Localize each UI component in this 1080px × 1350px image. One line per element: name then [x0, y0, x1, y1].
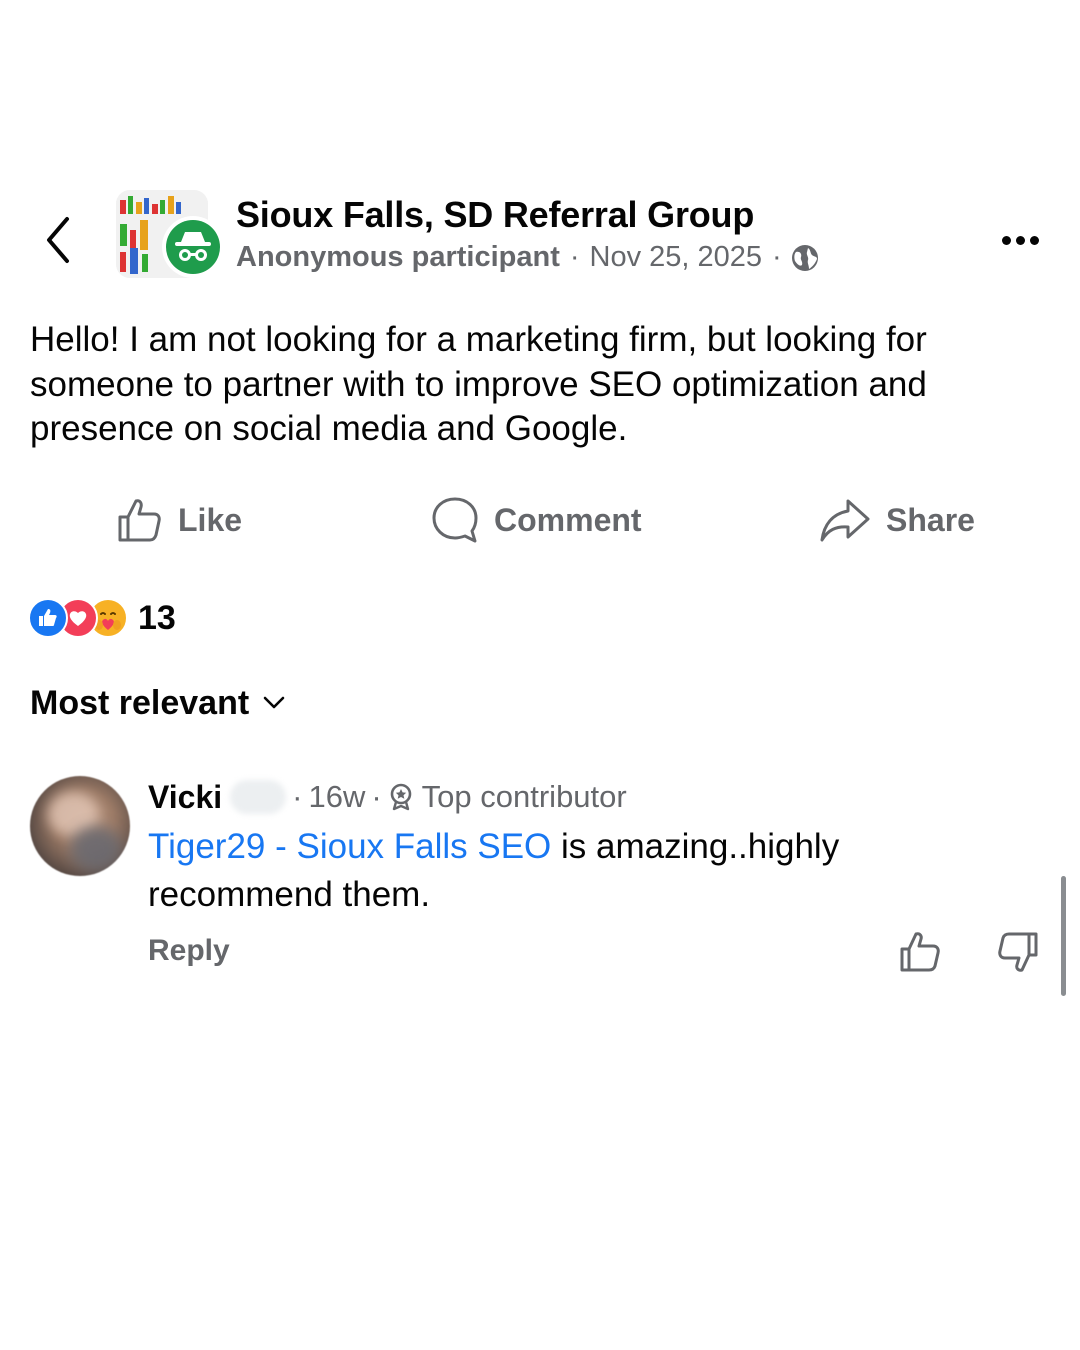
comment-button[interactable]: Comment [430, 492, 642, 548]
comment-time[interactable]: 16w [308, 779, 365, 815]
back-button[interactable] [34, 212, 82, 268]
more-horizontal-icon [1001, 235, 1011, 245]
comment-text: Tiger29 - Sioux Falls SEO is amazing..hi… [148, 823, 948, 919]
top-contributor-label: Top contributor [421, 779, 627, 814]
incognito-icon [175, 232, 211, 261]
share-button[interactable]: Share [818, 492, 975, 548]
share-label: Share [886, 501, 975, 538]
anonymous-badge [162, 216, 224, 278]
thumbs-up-icon [900, 932, 940, 972]
post-author[interactable]: Anonymous participant [236, 241, 560, 274]
more-options-button[interactable] [988, 222, 1052, 258]
like-reaction-icon [28, 598, 68, 638]
chevron-left-icon [47, 217, 69, 263]
reaction-summary[interactable]: 13 [28, 596, 176, 640]
comment-sort-dropdown[interactable]: Most relevant [30, 680, 285, 726]
comment-header: Vicki · 16w · Top contributor [148, 778, 627, 816]
comment-bubble-icon [432, 497, 478, 543]
reply-button[interactable]: Reply [148, 934, 230, 968]
post-text: Hello! I am not looking for a marketing … [30, 320, 927, 448]
share-arrow-icon [820, 499, 870, 542]
sort-label: Most relevant [30, 683, 250, 722]
reaction-count: 13 [138, 598, 176, 637]
comment-downvote-button[interactable] [994, 928, 1042, 976]
globe-icon [790, 243, 820, 273]
mentioned-page-link[interactable]: Tiger29 - Sioux Falls SEO [148, 827, 551, 866]
meta-separator: · [772, 241, 782, 273]
post-date[interactable]: Nov 25, 2025 [590, 241, 763, 274]
chevron-down-icon [263, 696, 285, 709]
thumbs-up-icon [118, 499, 161, 542]
redacted-name [230, 780, 287, 814]
comment-label: Comment [494, 501, 642, 538]
group-name[interactable]: Sioux Falls, SD Referral Group [236, 194, 754, 236]
post-meta: Anonymous participant · Nov 25, 2025 · [236, 241, 820, 274]
commenter-name[interactable]: Vicki [148, 779, 222, 816]
commenter-avatar[interactable] [30, 776, 130, 876]
meta-separator: · [569, 241, 580, 273]
top-contributor-badge-icon [388, 783, 414, 811]
thumbs-down-icon [998, 932, 1038, 972]
like-button[interactable]: Like [114, 492, 242, 548]
like-label: Like [178, 501, 243, 538]
scrollbar[interactable] [1061, 876, 1066, 996]
comment-upvote-button[interactable] [896, 928, 944, 976]
